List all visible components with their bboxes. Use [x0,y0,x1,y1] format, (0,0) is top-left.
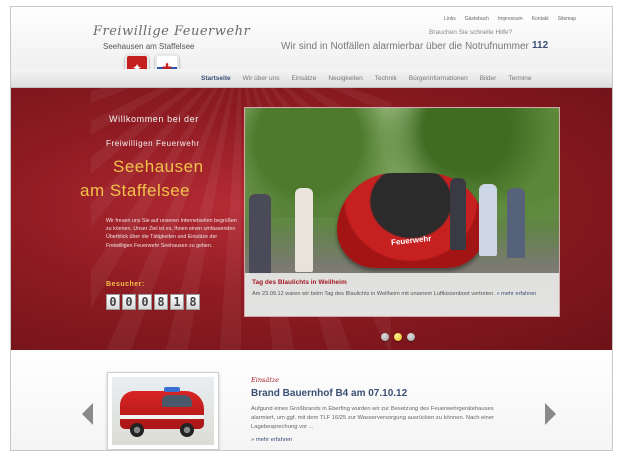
slide-caption-text: Am 23.09.12 waren wir beim Tag des Blaul… [252,290,556,298]
logo-subtitle[interactable]: Seehausen am Staffelsee [103,42,194,51]
visitor-counter-label: Besucher: [106,281,145,288]
main-nav: Startseite Wir über uns Einsätze Neuigkeite… [195,69,537,88]
fire-van-image [112,377,214,445]
person-figure [249,194,271,274]
top-link[interactable]: Impressum [498,16,523,22]
van-siren [164,387,180,392]
counter-digit: 0 [122,294,136,310]
van-wheel [130,423,144,437]
logo-script-text[interactable]: Freiwillige Feuerwehr [93,24,250,39]
nav-item[interactable]: Technik [369,75,403,82]
teaser-category: Einsätze [251,376,280,384]
slide-caption: Tag des Blaulichts in Weilheim Am 23.09.… [245,273,559,316]
hero-section: Willkommen bei der Freiwilligen Feuerweh… [11,88,612,350]
news-teaser: Einsätze Brand Bauernhof B4 am 07.10.12 … [11,350,612,450]
person-figure [507,188,525,258]
page-frame: Freiwillige Feuerwehr Seehausen am Staff… [10,6,613,451]
slide-dot[interactable] [407,333,415,341]
counter-digit: 0 [138,294,152,310]
emergency-text: Wir sind in Notfällen alarmierbar über d… [281,41,529,52]
slide-caption-title[interactable]: Tag des Blaulichts in Weilheim [252,279,347,286]
van-window [162,395,192,407]
top-link[interactable]: Kontakt [532,16,549,22]
slideshow-slide[interactable]: Feuerwehr Tag des Blaulichts in Weilheim… [244,107,560,317]
counter-digit: 8 [186,294,200,310]
nav-item[interactable]: Bilder [474,75,503,82]
counter-digit: 1 [170,294,184,310]
top-link[interactable]: Gästebuch [465,16,489,22]
help-question: Brauchen Sie schnelle Hilfe? [429,29,513,36]
emergency-number: 112 [532,40,549,51]
counter-digit: 8 [154,294,168,310]
van-wheel [180,423,194,437]
intro-text: Wir freuen uns Sie auf unseren Internets… [106,218,237,249]
slideshow-pagination [381,333,415,341]
teaser-thumbnail[interactable] [107,372,219,450]
next-arrow-icon[interactable] [545,403,556,425]
slide-read-more-link[interactable]: » mehr erfahren [497,291,537,297]
person-figure [295,188,313,272]
counter-digit: 0 [106,294,120,310]
slide-dot[interactable] [381,333,389,341]
nav-item[interactable]: Bürgerinformationen [403,75,474,82]
town-name-line-2: am Staffelsee [80,181,191,200]
nav-item[interactable]: Wir über uns [237,75,286,82]
teaser-text: Aufgund eines Großbrands in Eberfing wur… [251,406,494,430]
top-links: Links Gästebuch Impressum Kontakt Sitemap [444,16,576,22]
nav-item[interactable]: Einsätze [285,75,322,82]
slide-caption-body: Am 23.09.12 waren wir beim Tag des Blaul… [252,291,495,297]
visitor-counter: 000818 [106,294,200,310]
nav-item[interactable]: Termine [502,75,537,82]
slide-dot[interactable] [394,333,402,341]
welcome-line-1: Willkommen bei der [109,114,199,124]
person-figure [479,184,497,256]
person-figure [450,178,466,250]
nav-item[interactable]: Neuigkeiten [322,75,368,82]
top-link[interactable]: Links [444,16,456,22]
welcome-line-2: Freiwilligen Feuerwehr [106,139,200,148]
town-name-line-1: Seehausen [113,157,204,176]
previous-arrow-icon[interactable] [82,403,93,425]
teaser-read-more-link[interactable]: » mehr erfahren [251,437,292,443]
nav-item[interactable]: Startseite [195,75,237,82]
top-link[interactable]: Sitemap [558,16,576,22]
teaser-title[interactable]: Brand Bauernhof B4 am 07.10.12 [251,388,407,399]
main-nav-bar: Startseite Wir über uns Einsätze Neuigkeite… [11,69,612,88]
van-stripe [120,415,204,419]
site-header: Freiwillige Feuerwehr Seehausen am Staff… [11,7,612,69]
